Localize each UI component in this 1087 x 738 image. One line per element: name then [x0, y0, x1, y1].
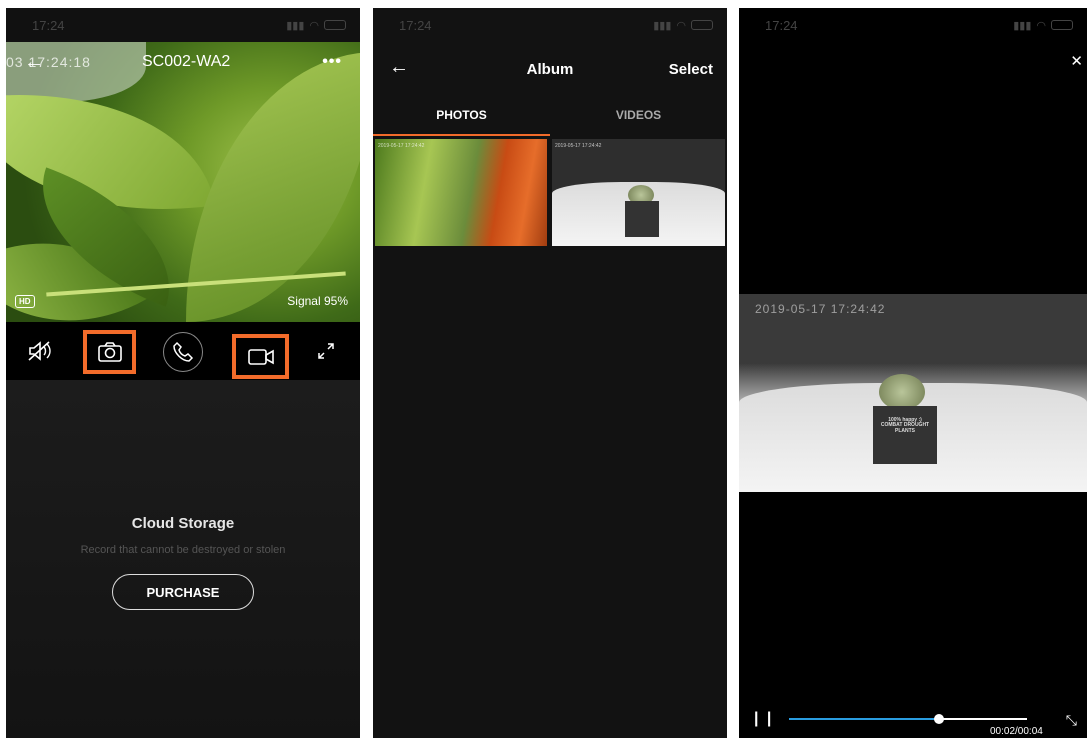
phone-icon — [173, 341, 194, 362]
camera-header: 03 17:24:18 ← SC002-WA2 ••• — [6, 50, 360, 74]
select-button[interactable]: Select — [669, 61, 713, 78]
cell-signal-icon: ▮▮▮ — [653, 19, 672, 32]
wifi-icon: ◠ — [1036, 19, 1046, 32]
camera-feed[interactable] — [6, 42, 360, 322]
pause-icon[interactable]: | | — [754, 710, 773, 728]
status-bar: 17:24 ▮▮▮ ◠ — [6, 8, 360, 42]
wifi-icon: ◠ — [309, 19, 319, 32]
status-bar: 17:24 ▮▮▮ ◠ — [739, 8, 1087, 42]
seek-handle[interactable] — [933, 714, 944, 724]
cloud-storage-panel: Cloud Storage Record that cannot be dest… — [6, 380, 360, 738]
live-view-screen: 17:24 ▮▮▮ ◠ 03 17:24:18 ← SC002-WA2 ••• … — [6, 8, 360, 738]
wifi-icon: ◠ — [676, 19, 686, 32]
mute-icon[interactable] — [26, 338, 54, 364]
back-arrow-icon[interactable]: ← — [24, 51, 44, 74]
pot-label: 100% happy :) COMBAT DROUGHT PLANTS — [880, 417, 930, 434]
seek-progress — [789, 718, 939, 720]
cell-signal-icon: ▮▮▮ — [1013, 19, 1032, 32]
player-controls: | | 00:02/00:04 ⤡ — [739, 708, 1087, 738]
tab-photos[interactable]: PHOTOS — [373, 100, 550, 136]
fullscreen-icon[interactable] — [315, 340, 337, 362]
video-timestamp: 2019-05-17 17:24:42 — [755, 302, 886, 316]
playback-time: 00:02/00:04 — [990, 726, 1043, 737]
video-camera-icon — [247, 348, 274, 365]
thumbnail-timestamp: 2019-05-17 17:24:42 — [378, 143, 425, 149]
thumbnail-timestamp: 2019-05-17 17:24:42 — [555, 143, 602, 149]
status-time: 17:24 — [399, 17, 432, 33]
video-player-screen: 17:24 ▮▮▮ ◠ ✕ 100% happy :) COMBAT DROUG… — [739, 8, 1087, 738]
camera-icon — [97, 342, 122, 362]
battery-icon — [1051, 20, 1073, 30]
status-time: 17:24 — [765, 17, 798, 33]
photo-thumbnail[interactable]: 2019-05-17 17:24:42 — [552, 139, 725, 246]
signal-strength: Signal 95% — [287, 294, 348, 308]
album-screen: 17:24 ▮▮▮ ◠ ← Album Select PHOTOS VIDEOS… — [373, 8, 727, 738]
purchase-button[interactable]: PURCHASE — [112, 574, 254, 610]
photo-thumbnail[interactable]: 2019-05-17 17:24:42 — [375, 139, 547, 246]
tab-videos[interactable]: VIDEOS — [550, 100, 727, 136]
snapshot-button[interactable] — [83, 330, 136, 374]
more-options-icon[interactable]: ••• — [322, 53, 342, 71]
expand-icon[interactable]: ⤡ — [1066, 712, 1077, 729]
hd-toggle[interactable]: HD — [15, 295, 35, 308]
cell-signal-icon: ▮▮▮ — [286, 19, 305, 32]
battery-icon — [691, 20, 713, 30]
battery-icon — [324, 20, 346, 30]
feed-timestamp: 03 17:24:18 — [6, 54, 91, 70]
seek-bar[interactable] — [789, 714, 1027, 724]
album-tabs: PHOTOS VIDEOS — [373, 100, 727, 136]
active-tab-indicator — [373, 134, 550, 136]
status-bar: 17:24 ▮▮▮ ◠ — [373, 8, 727, 42]
video-frame[interactable]: 100% happy :) COMBAT DROUGHT PLANTS 2019… — [739, 294, 1087, 492]
control-bar — [6, 322, 360, 380]
cloud-storage-subtitle: Record that cannot be destroyed or stole… — [80, 544, 286, 556]
album-header: ← Album Select — [373, 52, 727, 86]
call-button[interactable] — [163, 332, 203, 372]
cloud-storage-title: Cloud Storage — [131, 515, 235, 532]
device-title: SC002-WA2 — [142, 53, 231, 70]
record-button[interactable] — [232, 334, 289, 379]
status-time: 17:24 — [32, 17, 65, 33]
close-icon[interactable]: ✕ — [1070, 52, 1083, 70]
